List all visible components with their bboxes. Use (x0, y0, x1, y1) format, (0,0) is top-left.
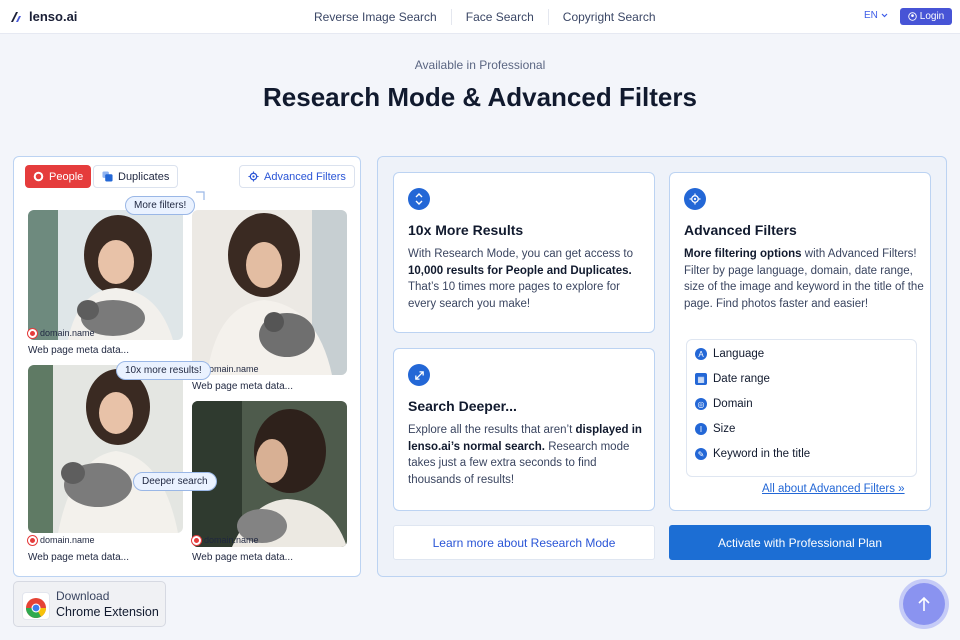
result-meta: Web page meta data... (28, 345, 129, 356)
top-navigation-bar: lenso.ai Reverse Image Search Face Searc… (0, 0, 960, 34)
result-domain-text: domain.name (204, 535, 259, 545)
corner-bracket-icon (196, 191, 205, 200)
nav-face-search[interactable]: Face Search (450, 9, 548, 25)
advanced-filters-chip[interactable]: Advanced Filters (239, 165, 355, 188)
nav-reverse-image-search[interactable]: Reverse Image Search (300, 9, 451, 25)
duplicates-chip-label: Duplicates (118, 170, 170, 183)
activate-professional-button[interactable]: Activate with Professional Plan (669, 525, 931, 560)
advanced-filters-description: More filtering options with Advanced Fil… (684, 246, 924, 312)
result-meta: Web page meta data... (192, 552, 293, 563)
pencil-icon: ✎ (695, 448, 707, 460)
size-icon: I (695, 423, 707, 435)
filter-keyword-label: Keyword in the title (713, 448, 811, 460)
nav-copyright-search[interactable]: Copyright Search (547, 9, 670, 25)
filter-language-label: Language (713, 348, 765, 360)
filter-list: A Language ▦ Date range ◎ Domain I Size … (686, 339, 917, 477)
filter-date-range: ▦ Date range (695, 373, 770, 385)
more-results-text-2: That’s 10 times more pages to explore fo… (408, 281, 621, 310)
woman-with-cat-photo (28, 365, 183, 533)
language-selector[interactable]: EN (864, 10, 888, 21)
duplicates-filter-chip[interactable]: Duplicates (93, 165, 179, 188)
result-domain: domain.name (28, 328, 95, 338)
result-domain: domain.name (192, 535, 259, 545)
search-deeper-card: Search Deeper... Explore all the results… (393, 348, 655, 511)
search-deeper-title: Search Deeper... (408, 398, 517, 414)
page-title: Research Mode & Advanced Filters (263, 82, 697, 112)
result-meta: Web page meta data... (192, 381, 293, 392)
features-panel: 10x More Results With Research Mode, you… (377, 156, 947, 577)
search-deeper-description: Explore all the results that aren’t disp… (408, 422, 648, 488)
more-results-card: 10x More Results With Research Mode, you… (393, 172, 655, 333)
result-image[interactable] (28, 365, 183, 533)
filter-domain-label: Domain (713, 398, 753, 410)
result-domain-text: domain.name (204, 364, 259, 374)
chrome-download-label: Download (56, 589, 110, 603)
advanced-filters-title: Advanced Filters (684, 222, 797, 238)
more-results-description: With Research Mode, you can get access t… (408, 246, 648, 312)
chrome-extension-banner[interactable]: Download Chrome Extension (13, 581, 166, 627)
expand-icon (408, 364, 430, 386)
all-about-filters-link[interactable]: All about Advanced Filters » (762, 483, 905, 495)
lenso-logo-icon (11, 11, 21, 22)
result-domain: domain.name (28, 535, 95, 545)
logo-text: lenso.ai (29, 9, 78, 24)
advanced-text-bold: More filtering options (684, 248, 802, 260)
chrome-icon (22, 592, 50, 620)
arrow-up-icon (918, 596, 930, 611)
result-meta: Web page meta data... (28, 552, 129, 563)
filter-domain: ◎ Domain (695, 398, 753, 410)
login-button[interactable]: Login (900, 8, 952, 25)
face-match-icon (192, 535, 201, 545)
more-results-bubble: 10x more results! (116, 361, 211, 380)
face-icon (33, 171, 44, 182)
globe-icon: ◎ (695, 398, 707, 410)
main-nav: Reverse Image Search Face Search Copyrig… (300, 0, 670, 34)
scroll-to-top-button[interactable] (903, 583, 945, 625)
more-filters-bubble: More filters! (125, 196, 196, 215)
language-label: EN (864, 10, 878, 21)
deeper-search-bubble: Deeper search (133, 472, 217, 491)
chevron-down-icon (881, 13, 888, 18)
result-image[interactable] (192, 401, 347, 547)
filter-settings-icon (248, 171, 259, 182)
learn-more-button[interactable]: Learn more about Research Mode (393, 525, 655, 560)
more-results-title: 10x More Results (408, 222, 524, 238)
results-demo-card: People Duplicates Advanced Filters domai… (13, 156, 361, 577)
woman-with-cat-photo (192, 210, 347, 375)
arrows-vertical-icon (408, 188, 430, 210)
chrome-extension-label: Chrome Extension (56, 605, 159, 619)
advanced-filters-card: Advanced Filters More filtering options … (669, 172, 931, 511)
filter-settings-icon (684, 188, 706, 210)
people-filter-chip[interactable]: People (25, 165, 92, 188)
user-icon (908, 12, 917, 21)
duplicates-icon (102, 171, 113, 182)
filter-size-label: Size (713, 423, 736, 435)
calendar-icon: ▦ (695, 373, 707, 385)
filter-size: I Size (695, 423, 735, 435)
more-results-text-1: With Research Mode, you can get access t… (408, 248, 633, 260)
login-label: Login (919, 11, 945, 22)
woman-with-cat-photo (28, 210, 183, 340)
translate-icon: A (695, 348, 707, 360)
face-match-icon (28, 535, 37, 545)
result-domain-text: domain.name (40, 535, 95, 545)
availability-note: Available in Professional (414, 58, 546, 72)
result-image[interactable] (192, 210, 347, 375)
advanced-chip-label: Advanced Filters (264, 170, 346, 183)
woman-with-cat-photo (192, 401, 347, 547)
filter-language: A Language (695, 348, 764, 360)
logo[interactable]: lenso.ai (10, 9, 77, 24)
result-image[interactable] (28, 210, 183, 340)
people-chip-label: People (49, 170, 84, 183)
more-results-text-bold: 10,000 results for People and Duplicates… (408, 264, 632, 277)
result-domain-text: domain.name (40, 328, 95, 338)
filter-date-range-label: Date range (713, 373, 770, 385)
deeper-text-1: Explore all the results that aren’t (408, 424, 576, 436)
face-match-icon (28, 328, 37, 338)
filter-keyword: ✎ Keyword in the title (695, 448, 810, 460)
